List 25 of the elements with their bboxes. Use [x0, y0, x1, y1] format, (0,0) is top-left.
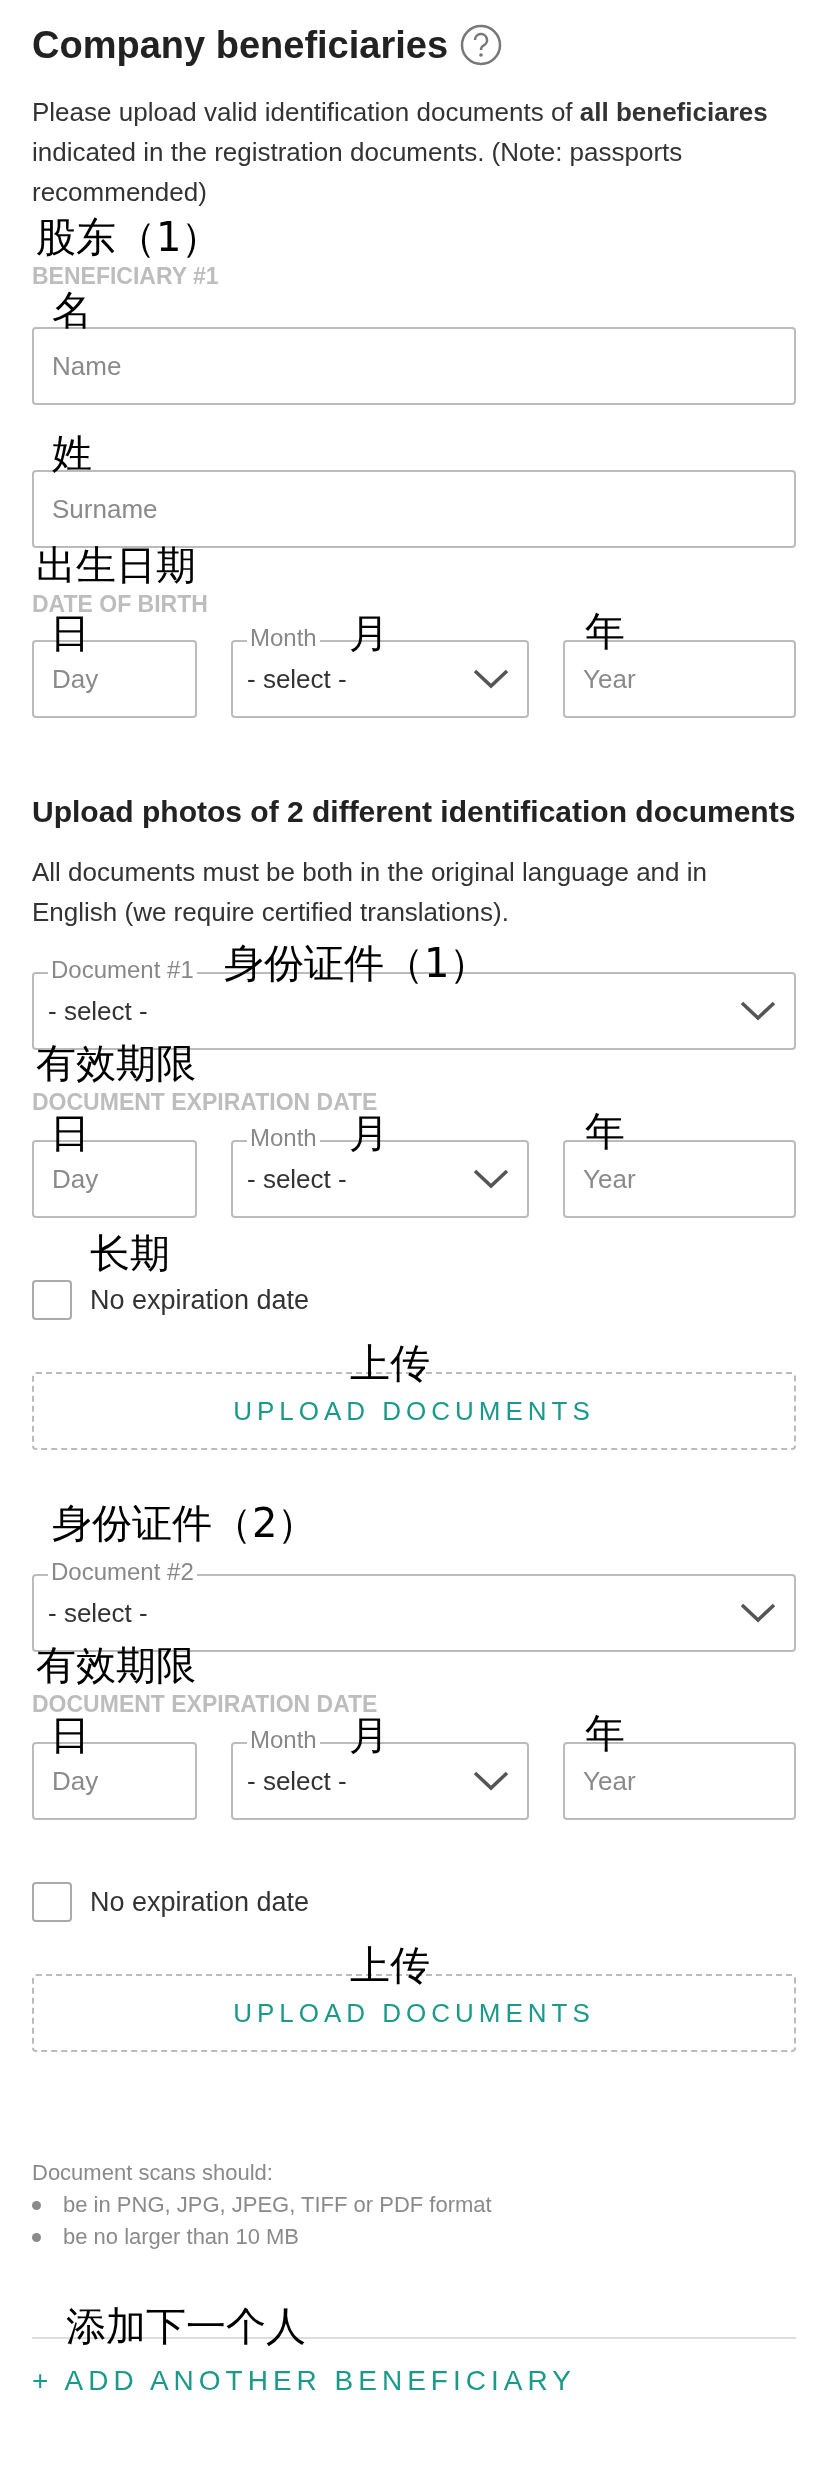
section-label: DATE OF BIRTH	[32, 590, 209, 617]
checkbox[interactable]	[32, 1882, 72, 1922]
chevron-down-icon	[473, 669, 509, 689]
annotation: 添加下一个人	[66, 2303, 306, 2349]
note-text: All documents must be both in the original language and in English (we require certified translations).	[32, 856, 708, 929]
checkbox[interactable]	[32, 1280, 72, 1320]
checkbox-label: No expiration date	[90, 1886, 310, 1918]
page-title: Company beneficiaries	[32, 23, 449, 68]
rules-heading: Document scans should:	[32, 2159, 274, 2187]
section-heading: Upload photos of 2 different identification documents	[32, 794, 796, 830]
chevron-down-icon	[740, 1603, 776, 1623]
annotation: 长期	[90, 1230, 170, 1276]
bullet-icon	[32, 2200, 41, 2210]
intro-text: Please upload valid identification documents of all beneficiares indicated in the registration documents. (Note: passports recommended)	[32, 96, 769, 209]
rule-text: be in PNG, JPG, JPEG, TIFF or PDF format	[63, 2191, 492, 2219]
help-icon[interactable]	[460, 24, 503, 66]
annotation: 身份证件（2）	[52, 1500, 318, 1546]
chevron-down-icon	[473, 1169, 509, 1189]
section-label: BENEFICIARY #1	[32, 262, 220, 290]
chevron-down-icon	[740, 1001, 776, 1021]
bullet-icon	[32, 2232, 41, 2242]
chevron-down-icon	[473, 1771, 509, 1791]
checkbox-label: No expiration date	[90, 1284, 310, 1316]
rule-text: be no larger than 10 MB	[63, 2223, 300, 2251]
annotation: 股东（1）	[36, 214, 222, 260]
